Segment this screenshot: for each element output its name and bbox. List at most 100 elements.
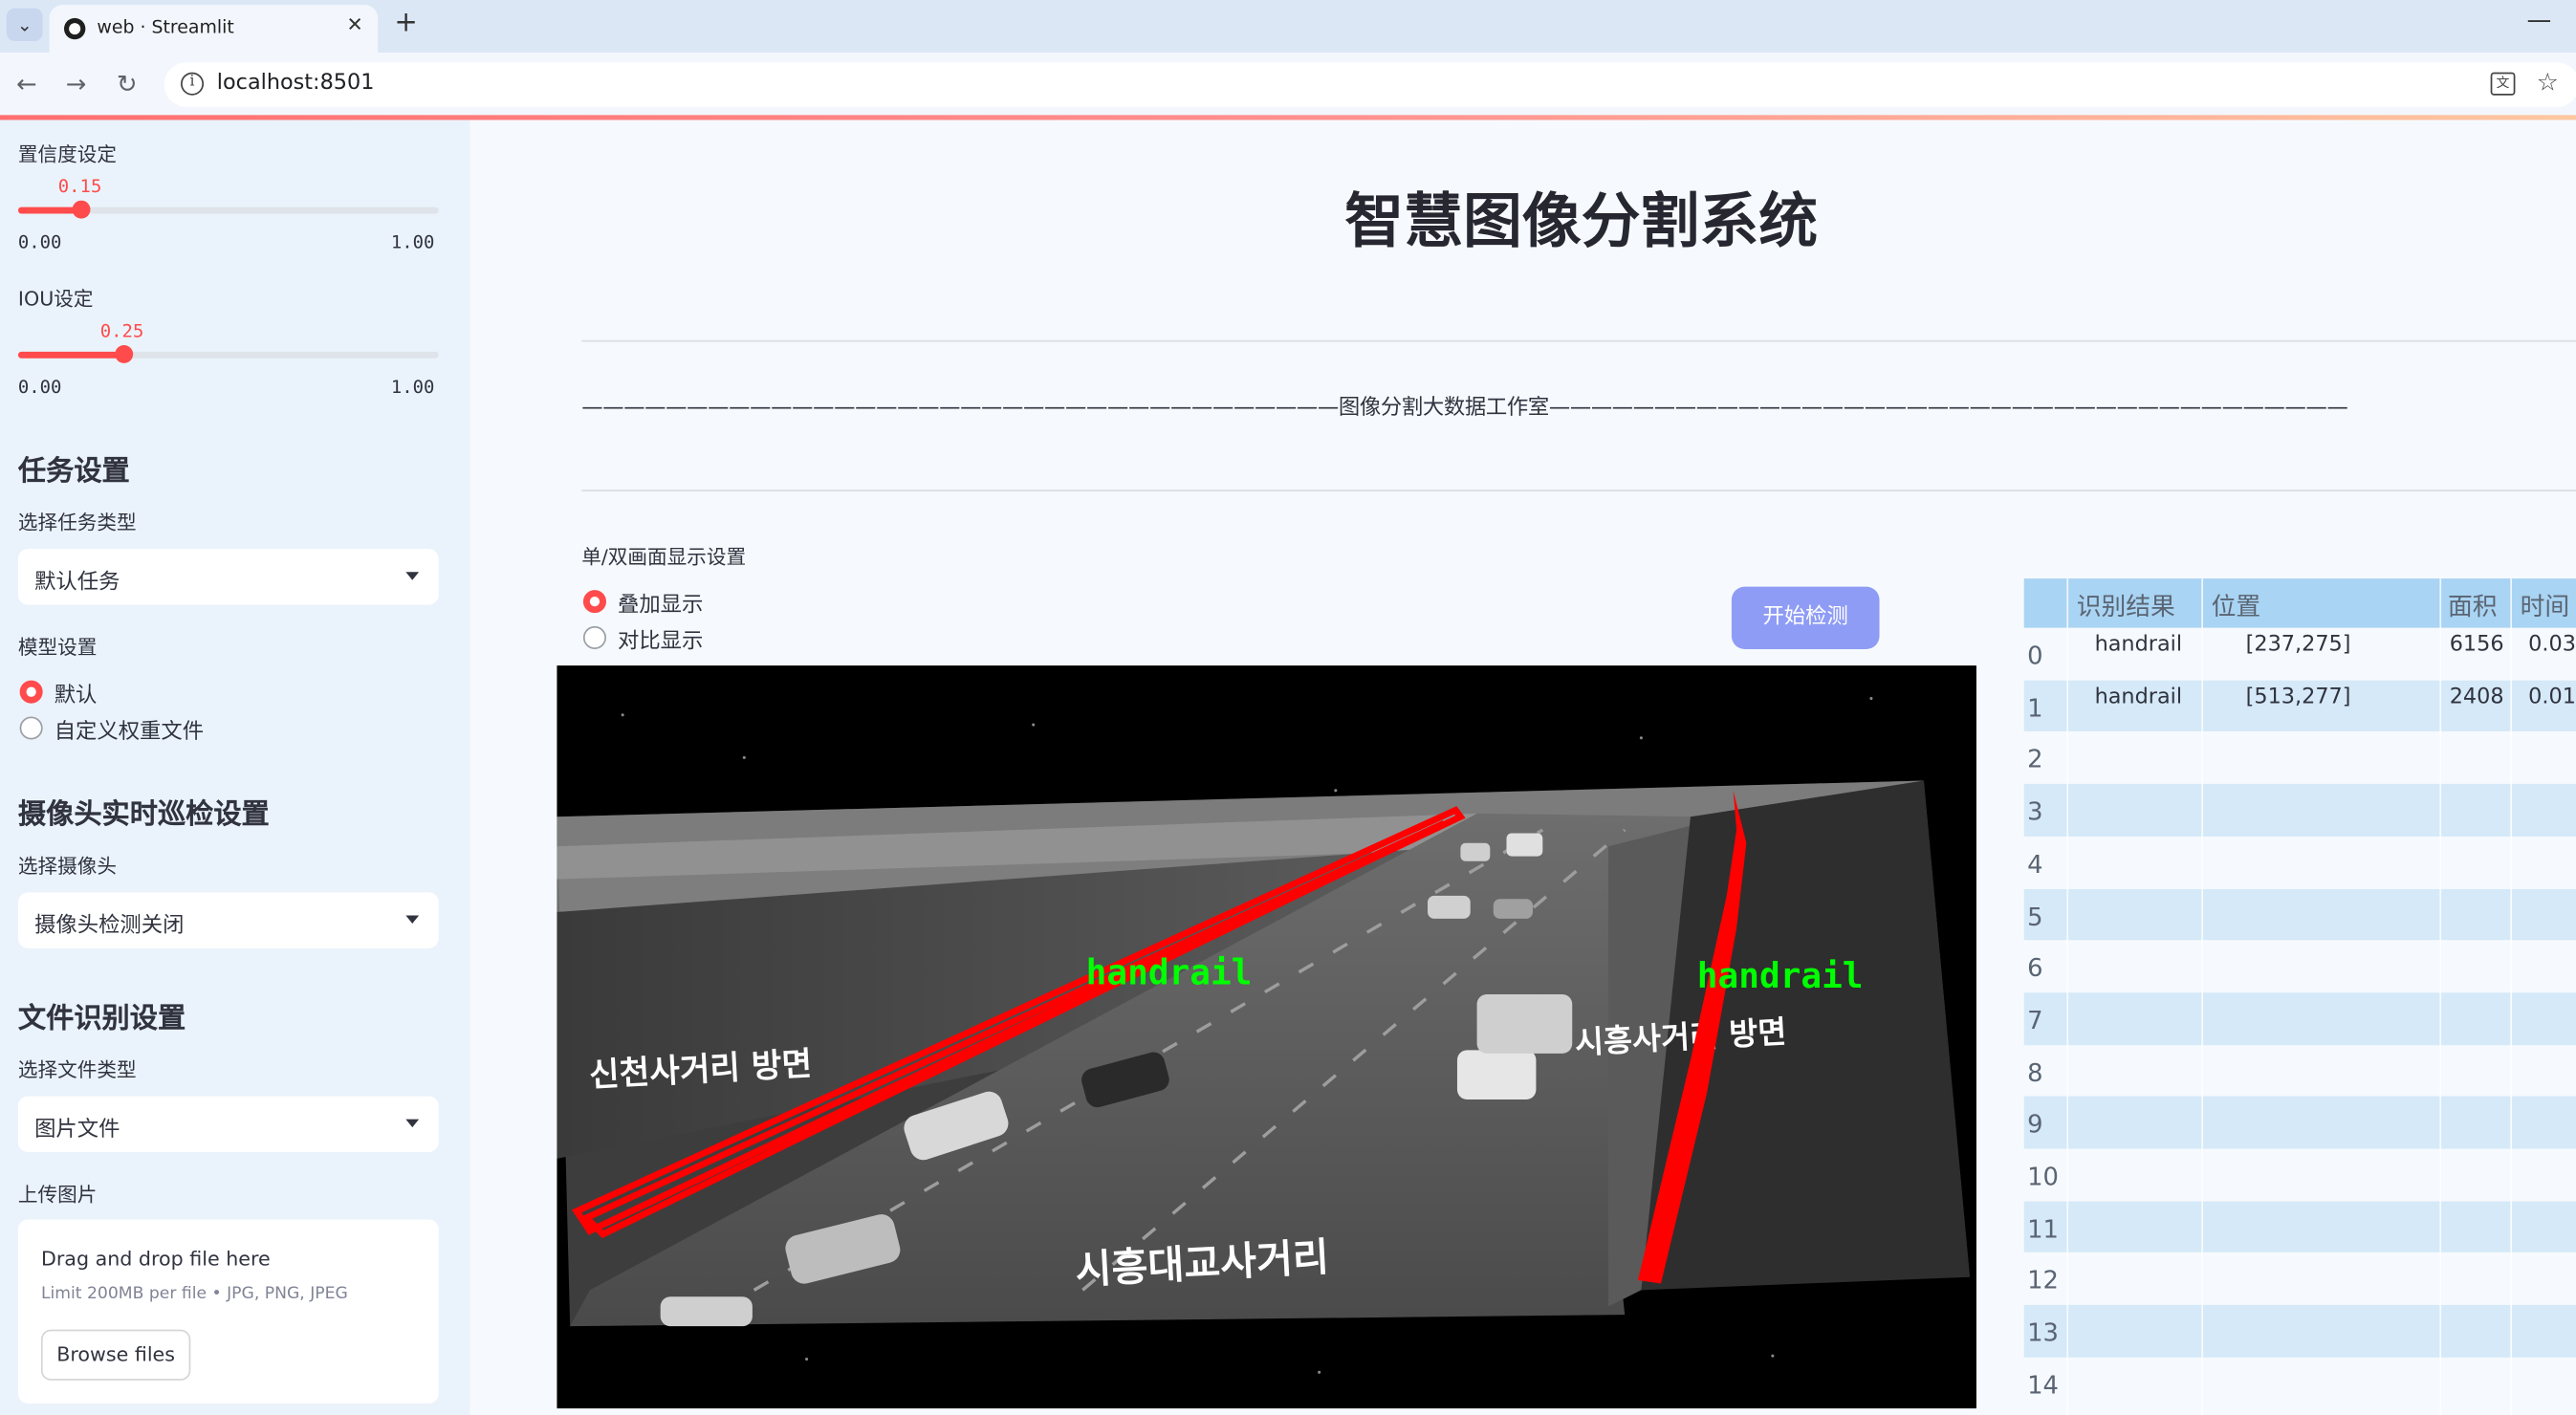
table-row[interactable]: 1 handrail [513,277] 2408 0.01: [2023, 680, 2576, 732]
upload-label: 上传图片: [17, 1183, 98, 1207]
row-index: 5: [2027, 901, 2043, 931]
column-header-time[interactable]: 时间: [2521, 588, 2570, 622]
forward-icon[interactable]: →: [66, 69, 87, 98]
file-type-label: 选择文件类型: [17, 1057, 137, 1082]
row-index: 2: [2027, 745, 2043, 775]
minimize-window-icon[interactable]: —: [2526, 5, 2551, 34]
row-index: 6: [2027, 953, 2043, 984]
column-divider: [2066, 578, 2069, 1415]
camera-select-value: 摄像头检测关闭: [34, 913, 185, 939]
close-tab-icon[interactable]: ✕: [347, 13, 363, 36]
row-index: 9: [2027, 1109, 2043, 1140]
reload-icon[interactable]: ↻: [117, 69, 138, 98]
table-row[interactable]: 6: [2024, 941, 2576, 992]
cell-position: [513,277]: [2245, 685, 2351, 710]
chevron-down-icon: [405, 572, 420, 580]
table-row[interactable]: 12: [2024, 1252, 2576, 1304]
table-row[interactable]: 10: [2024, 1149, 2576, 1201]
column-header-result[interactable]: 识别结果: [2077, 588, 2175, 622]
tab-title: web · Streamlit: [97, 16, 234, 38]
radio-selected-icon: [582, 590, 606, 614]
divider: [581, 339, 2576, 342]
row-index: 14: [2027, 1370, 2059, 1401]
confidence-label: 置信度设定: [17, 142, 118, 166]
table-row[interactable]: 7: [2023, 992, 2576, 1045]
cell-area: 2408: [2449, 685, 2504, 710]
table-row[interactable]: 8: [2024, 1045, 2576, 1097]
table-row[interactable]: 9: [2023, 1097, 2576, 1149]
table-row[interactable]: 3: [2023, 784, 2576, 837]
chevron-down-icon: [405, 915, 420, 925]
table-row[interactable]: 0 handrail [237,275] 6156 0.03: [2024, 628, 2576, 680]
task-type-value: 默认任务: [34, 570, 120, 596]
row-index: 13: [2027, 1317, 2059, 1348]
model-option-default-label: 默认: [54, 684, 98, 708]
iou-slider[interactable]: [17, 344, 439, 363]
model-settings-label: 模型设置: [17, 636, 98, 660]
row-index: 1: [2027, 692, 2043, 723]
studio-banner: ————————————————————————————————————图像分割…: [581, 396, 2348, 422]
column-divider: [2439, 578, 2442, 1415]
column-header-position[interactable]: 位置: [2212, 588, 2261, 622]
dropzone-limit: Limit 200MB per file • JPG, PNG, JPEG: [40, 1285, 348, 1304]
iou-min: 0.00: [17, 376, 62, 398]
table-row[interactable]: 13: [2023, 1304, 2576, 1358]
new-tab-icon[interactable]: +: [394, 7, 417, 39]
cell-time: 0.01: [2528, 685, 2576, 710]
camera-select-label: 选择摄像头: [17, 854, 118, 878]
translate-icon[interactable]: 文: [2490, 72, 2516, 96]
browser-tab[interactable]: web · Streamlit ✕: [49, 5, 379, 54]
task-type-select[interactable]: 默认任务: [17, 549, 439, 605]
iou-slider-thumb[interactable]: [114, 344, 133, 363]
table-row[interactable]: 4: [2024, 837, 2576, 888]
row-index: 11: [2027, 1213, 2059, 1244]
iou-slider-fill: [17, 351, 123, 359]
row-index: 7: [2027, 1005, 2043, 1035]
row-index: 4: [2027, 849, 2043, 880]
iou-value: 0.25: [99, 320, 144, 342]
cell-result: handrail: [2094, 632, 2183, 658]
table-row[interactable]: 5: [2023, 888, 2576, 941]
display-setting-label: 单/双画面显示设置: [581, 545, 747, 569]
url-text[interactable]: localhost:8501: [217, 71, 375, 96]
radio-unselected-icon: [582, 625, 606, 649]
detection-label-left: handrail: [1086, 953, 1253, 993]
table-row[interactable]: 14: [2024, 1357, 2576, 1408]
detection-image: 신천사거리 방면 시흥사거리 방면 시흥대교사거리 handrail handr…: [557, 665, 1976, 1409]
row-index: 8: [2027, 1057, 2043, 1088]
file-type-select[interactable]: 图片文件: [17, 1096, 439, 1152]
radio-unselected-icon: [19, 716, 43, 740]
row-index: 0: [2027, 641, 2043, 671]
site-info-icon[interactable]: i: [180, 72, 205, 96]
file-dropzone[interactable]: Drag and drop file here Limit 200MB per …: [17, 1219, 439, 1404]
camera-select[interactable]: 摄像头检测关闭: [17, 892, 439, 948]
row-index: 12: [2027, 1266, 2059, 1296]
browse-files-button[interactable]: Browse files: [40, 1329, 191, 1381]
display-option-compare-label: 对比显示: [618, 629, 704, 655]
table-row[interactable]: 2: [2024, 732, 2576, 784]
display-option-overlay-label: 叠加显示: [618, 593, 704, 619]
cell-position: [237,275]: [2245, 632, 2351, 658]
cell-area: 6156: [2449, 632, 2504, 658]
bookmark-star-icon[interactable]: ☆: [2537, 67, 2559, 97]
iou-label: IOU设定: [17, 287, 94, 311]
address-bar[interactable]: [164, 62, 2576, 107]
radio-selected-icon: [19, 680, 43, 704]
table-row[interactable]: 11: [2023, 1201, 2576, 1253]
page-title: 智慧图像分割系统: [1344, 188, 1819, 257]
file-type-value: 图片文件: [34, 1117, 120, 1143]
iou-max: 1.00: [390, 376, 435, 398]
column-divider: [2201, 578, 2203, 1415]
column-divider: [2510, 578, 2512, 1415]
task-settings-heading: 任务设置: [17, 455, 130, 489]
task-type-label: 选择任务类型: [17, 511, 137, 534]
dropzone-title: Drag and drop file here: [40, 1247, 271, 1271]
start-detection-button[interactable]: 开始检测: [1731, 586, 1880, 649]
model-option-custom-label: 自定义权重文件: [54, 719, 205, 745]
camera-settings-heading: 摄像头实时巡检设置: [17, 798, 270, 832]
file-settings-heading: 文件识别设置: [17, 1002, 186, 1035]
column-header-area[interactable]: 面积: [2448, 588, 2498, 622]
back-icon[interactable]: ←: [16, 69, 37, 98]
tab-search-icon[interactable]: ⌄: [6, 8, 43, 41]
row-index: 3: [2027, 796, 2043, 827]
